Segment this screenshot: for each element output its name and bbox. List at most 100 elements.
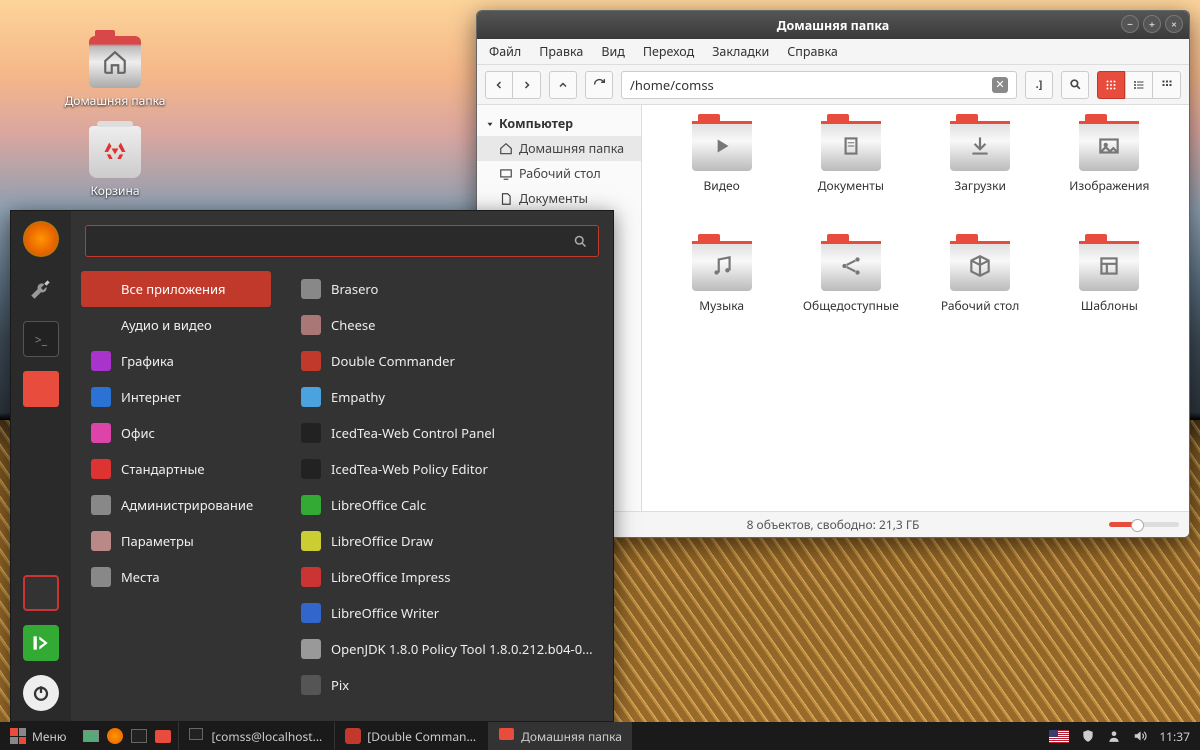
folder-item[interactable]: Музыка — [662, 241, 781, 351]
zoom-slider[interactable] — [1109, 522, 1179, 527]
sidebar-header[interactable]: Компьютер — [477, 111, 641, 136]
search-icon — [573, 234, 588, 249]
app-item[interactable]: LibreOffice Writer — [291, 595, 603, 631]
window-minimize-button[interactable]: − — [1121, 15, 1139, 33]
app-item[interactable]: Cheese — [291, 307, 603, 343]
app-icon — [301, 639, 321, 659]
tray-volume-icon[interactable] — [1133, 729, 1147, 743]
folder-item[interactable]: Видео — [662, 121, 781, 231]
sidebar-item[interactable]: Домашняя папка — [477, 136, 641, 161]
app-icon — [301, 567, 321, 587]
ql-terminal[interactable] — [128, 725, 150, 747]
app-item[interactable]: Pix — [291, 667, 603, 703]
exit-icon — [31, 633, 51, 653]
menu-item[interactable]: Переход — [643, 43, 694, 60]
path-text: /home/comss — [630, 76, 714, 94]
category-item[interactable]: Места — [81, 559, 271, 595]
window-titlebar[interactable]: Домашняя папка − + × — [477, 11, 1189, 39]
fav-files[interactable] — [23, 371, 59, 407]
fav-settings[interactable] — [23, 271, 59, 307]
search-box[interactable] — [85, 225, 599, 257]
folder-item[interactable]: Шаблоны — [1050, 241, 1169, 351]
menu-item[interactable]: Закладки — [712, 43, 769, 60]
sidebar-item[interactable]: Рабочий стол — [477, 161, 641, 186]
app-item[interactable]: Double Commander — [291, 343, 603, 379]
app-item[interactable]: IcedTea-Web Policy Editor — [291, 451, 603, 487]
category-item[interactable]: Аудио и видео — [81, 307, 271, 343]
app-icon — [301, 315, 321, 335]
view-compact-button[interactable] — [1153, 71, 1181, 99]
toggle-path-button[interactable]: .] — [1025, 71, 1053, 99]
app-item[interactable]: OpenJDK 1.8.0 Policy Tool 1.8.0.212.b04-… — [291, 631, 603, 667]
ql-show-desktop[interactable] — [80, 725, 102, 747]
folder-item[interactable]: Документы — [791, 121, 910, 231]
nav-reload-button[interactable] — [585, 71, 613, 99]
window-close-button[interactable]: × — [1165, 15, 1183, 33]
system-tray: 11:37 — [1039, 728, 1200, 745]
desk-icon — [499, 167, 513, 181]
folder-item[interactable]: Рабочий стол — [921, 241, 1040, 351]
category-item[interactable]: Стандартные — [81, 451, 271, 487]
distro-logo-icon — [10, 728, 26, 744]
view-list-button[interactable] — [1125, 71, 1153, 99]
category-item[interactable]: Офис — [81, 415, 271, 451]
fav-shutdown[interactable] — [23, 675, 59, 711]
category-item[interactable]: Администрирование — [81, 487, 271, 523]
clock[interactable]: 11:37 — [1159, 728, 1190, 745]
app-list: BraseroCheeseDouble CommanderEmpathyIced… — [281, 267, 613, 721]
share-icon — [838, 253, 864, 279]
taskbar-task[interactable]: [comss@localhost... — [178, 722, 332, 750]
fav-firefox[interactable] — [23, 221, 59, 257]
category-item[interactable]: Интернет — [81, 379, 271, 415]
window-maximize-button[interactable]: + — [1143, 15, 1161, 33]
tray-shield-icon[interactable] — [1081, 729, 1095, 743]
menu-item[interactable]: Правка — [539, 43, 583, 60]
folder-item[interactable]: Общедоступные — [791, 241, 910, 351]
music-icon — [709, 253, 735, 279]
path-clear-button[interactable]: ✕ — [992, 77, 1008, 93]
app-icon — [301, 423, 321, 443]
category-list: Все приложенияАудио и видеоГрафикаИнтерн… — [71, 267, 281, 721]
app-icon — [301, 603, 321, 623]
path-bar[interactable]: /home/comss ✕ — [621, 71, 1017, 99]
menu-item[interactable]: Справка — [787, 43, 838, 60]
fav-logout[interactable] — [23, 625, 59, 661]
app-icon — [301, 387, 321, 407]
scissors-icon — [91, 459, 111, 479]
start-button[interactable]: Меню — [0, 722, 76, 750]
folder-item[interactable]: Загрузки — [921, 121, 1040, 231]
sidebar-item[interactable]: Документы — [477, 186, 641, 211]
desktop-icon-home[interactable]: Домашняя папка — [60, 36, 170, 109]
menu-item[interactable]: Файл — [489, 43, 521, 60]
keyboard-layout-icon[interactable] — [1049, 730, 1069, 743]
taskbar-task[interactable]: [Double Comman... — [334, 722, 486, 750]
nav-up-button[interactable] — [549, 71, 577, 99]
category-item[interactable]: Все приложения — [81, 271, 271, 307]
search-button[interactable] — [1061, 71, 1089, 99]
nav-forward-button[interactable] — [513, 71, 541, 99]
app-item[interactable]: IcedTea-Web Control Panel — [291, 415, 603, 451]
taskbar-task[interactable]: Домашняя папка — [488, 722, 632, 750]
tray-user-icon[interactable] — [1107, 729, 1121, 743]
fav-terminal[interactable]: >_ — [23, 321, 59, 357]
category-item[interactable]: Параметры — [81, 523, 271, 559]
app-item[interactable]: LibreOffice Calc — [291, 487, 603, 523]
gear-icon — [91, 531, 111, 551]
app-item[interactable]: Brasero — [291, 271, 603, 307]
desktop-icon-trash[interactable]: Корзина — [60, 126, 170, 199]
fav-display[interactable] — [23, 575, 59, 611]
folder-item[interactable]: Изображения — [1050, 121, 1169, 231]
ql-files[interactable] — [152, 725, 174, 747]
chevron-down-icon — [485, 119, 495, 129]
app-item[interactable]: Empathy — [291, 379, 603, 415]
ql-firefox[interactable] — [104, 725, 126, 747]
nav-back-button[interactable] — [485, 71, 513, 99]
search-input[interactable] — [96, 232, 573, 250]
view-icons-button[interactable] — [1097, 71, 1125, 99]
office-icon — [91, 423, 111, 443]
category-item[interactable]: Графика — [81, 343, 271, 379]
app-icon — [301, 495, 321, 515]
menu-item[interactable]: Вид — [601, 43, 624, 60]
app-item[interactable]: LibreOffice Impress — [291, 559, 603, 595]
app-item[interactable]: LibreOffice Draw — [291, 523, 603, 559]
